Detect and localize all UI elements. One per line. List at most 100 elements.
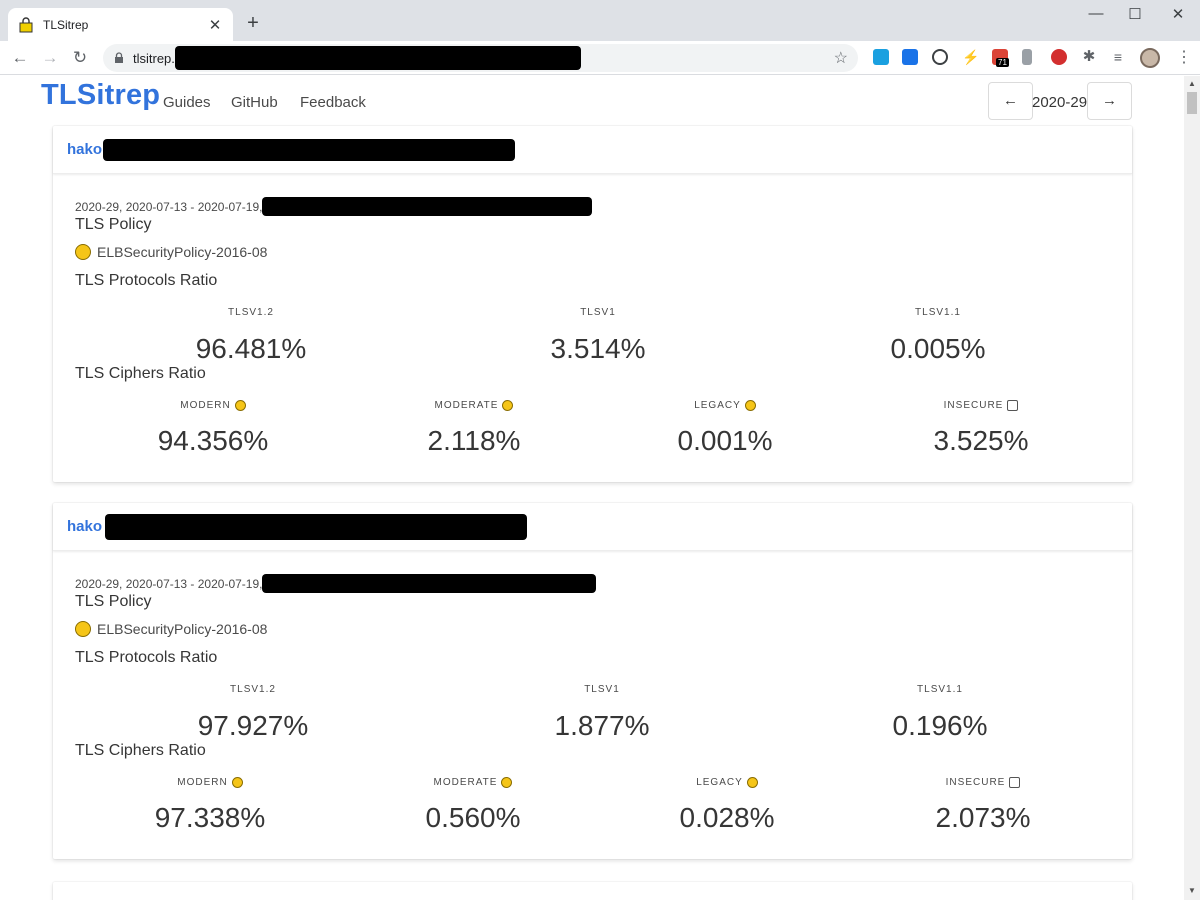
protocol-value: 0.196% (892, 710, 988, 741)
cipher-label: INSECURE (883, 777, 1083, 788)
cipher-label-text: MODERN (180, 400, 231, 411)
worried-emoji-icon (75, 244, 91, 260)
report-meta: 2020-29, 2020-07-13 - 2020-07-19, (75, 574, 597, 593)
cool-emoji-icon (231, 777, 243, 788)
extensions-puzzle-icon[interactable]: ✱ (1081, 49, 1097, 65)
extension-tomato-icon[interactable] (1051, 49, 1067, 65)
page-viewport: TLSitrep Guides GitHub Feedback ← 2020-2… (0, 76, 1184, 900)
extension-doc-icon[interactable] (1022, 49, 1032, 65)
profile-avatar[interactable] (1140, 48, 1160, 68)
cipher-label-text: LEGACY (694, 400, 741, 411)
redacted-hostname (103, 138, 516, 161)
cipher-value: 3.525% (933, 425, 1029, 456)
protocol-label: TLSV1.2 (230, 684, 276, 695)
minimize-button[interactable]: — (1086, 5, 1106, 22)
report-meta: 2020-29, 2020-07-13 - 2020-07-19, (75, 197, 593, 216)
cipher-value: 0.001% (677, 425, 773, 456)
browser-menu-icon[interactable]: ⋮ (1176, 47, 1192, 67)
host-link[interactable]: hako (67, 518, 102, 535)
tab-close-icon[interactable]: ✕ (207, 16, 223, 34)
cipher-value: 2.118% (427, 425, 521, 456)
scroll-thumb[interactable] (1187, 92, 1197, 114)
reload-button[interactable]: ↻ (68, 46, 92, 70)
new-tab-button[interactable]: + (243, 12, 263, 34)
extension-grid-icon[interactable] (902, 49, 918, 65)
tls-policy-heading: TLS Policy (75, 593, 152, 610)
cool-emoji-icon (234, 400, 246, 411)
cipher-label-text: MODERATE (434, 400, 499, 411)
back-button[interactable]: ← (8, 46, 32, 70)
ciphers-heading: TLS Ciphers Ratio (75, 365, 206, 382)
protocol-label: TLSV1.1 (917, 684, 963, 695)
redacted-url (174, 46, 581, 70)
protocol-label: TLSV1 (584, 684, 620, 695)
cipher-label: LEGACY (625, 400, 825, 411)
host-link[interactable]: hako (67, 141, 102, 158)
extension-bolt-icon[interactable]: ⚡ (962, 49, 979, 65)
cipher-value: 94.356% (157, 425, 269, 456)
browser-toolbar: ← → ↻ tlsitrep. ☆ ⚡ 71 ✱ ≡ ⋮ (0, 41, 1200, 75)
maximize-button[interactable]: ☐ (1125, 5, 1145, 23)
ciphers-heading: TLS Ciphers Ratio (75, 742, 206, 759)
protocol-value: 3.514% (550, 333, 646, 364)
browser-tabstrip: TLSitrep ✕ + — ☐ ✕ (0, 0, 1200, 41)
cipher-label-text: LEGACY (696, 777, 743, 788)
worried-emoji-icon (75, 621, 91, 637)
report-card: hako 2020-29, 2020-07-13 - 2020-07-19, T… (53, 126, 1132, 482)
protocol-value: 97.927% (197, 710, 309, 741)
report-card (53, 882, 1132, 900)
report-period: 2020-29, 2020-07-13 - 2020-07-19, (75, 576, 263, 591)
smile-emoji-icon (501, 777, 513, 788)
worried-emoji-icon (746, 777, 758, 788)
scroll-up-icon[interactable]: ▲ (1188, 79, 1196, 88)
cipher-label-text: MODERN (177, 777, 228, 788)
scroll-down-icon[interactable]: ▼ (1188, 886, 1196, 895)
cipher-label: LEGACY (627, 777, 827, 788)
tls-policy: ELBSecurityPolicy-2016-08 (75, 621, 267, 637)
cipher-label-text: INSECURE (945, 777, 1006, 788)
protocol-value: 0.005% (890, 333, 986, 364)
nav-github[interactable]: GitHub (231, 94, 278, 111)
tls-policy-heading: TLS Policy (75, 216, 152, 233)
next-week-button[interactable]: → (1087, 82, 1132, 120)
forward-button[interactable]: → (38, 46, 62, 70)
cipher-label: MODERN (110, 777, 310, 788)
lock-icon (115, 52, 123, 63)
nav-guides[interactable]: Guides (163, 94, 211, 111)
report-period: 2020-29, 2020-07-13 - 2020-07-19, (75, 199, 263, 214)
cipher-value: 0.560% (425, 802, 521, 833)
cipher-label: MODERATE (374, 400, 574, 411)
nav-feedback[interactable]: Feedback (300, 94, 366, 111)
window-close-button[interactable]: ✕ (1168, 5, 1188, 23)
redacted-hostname (105, 513, 528, 540)
skull-crossbones-icon (1007, 400, 1019, 411)
redacted-meta (262, 197, 593, 216)
prev-week-button[interactable]: ← (988, 82, 1033, 120)
cipher-value: 0.028% (679, 802, 775, 833)
address-bar[interactable]: tlsitrep. ☆ (103, 44, 858, 72)
cipher-value: 97.338% (154, 802, 266, 833)
skull-crossbones-icon (1009, 777, 1021, 788)
protocol-label: TLSV1.2 (228, 307, 274, 318)
browser-tab[interactable]: TLSitrep ✕ (8, 8, 233, 41)
redacted-meta (262, 574, 597, 593)
bookmark-star-icon[interactable]: ☆ (834, 48, 848, 68)
cipher-label-text: INSECURE (943, 400, 1004, 411)
tls-policy-name: ELBSecurityPolicy-2016-08 (97, 244, 268, 260)
extension-info-icon[interactable] (932, 49, 948, 65)
cipher-label-text: MODERATE (433, 777, 498, 788)
protocol-label: TLSV1 (580, 307, 616, 318)
extension-1-icon[interactable] (873, 49, 889, 65)
site-logo[interactable]: TLSitrep (41, 79, 160, 112)
extension-todoist-icon[interactable]: 71 (992, 49, 1009, 67)
card-header: hako (53, 126, 1132, 174)
tls-policy-name: ELBSecurityPolicy-2016-08 (97, 621, 268, 637)
page-scrollbar[interactable]: ▲ ▼ (1184, 76, 1200, 900)
extension-badge: 71 (996, 58, 1009, 67)
cipher-label: MODERATE (373, 777, 573, 788)
card-header: hako (53, 503, 1132, 551)
report-card: hako 2020-29, 2020-07-13 - 2020-07-19, T… (53, 503, 1132, 859)
worried-emoji-icon (744, 400, 756, 411)
cipher-value: 2.073% (935, 802, 1031, 833)
media-queue-icon[interactable]: ≡ (1110, 49, 1126, 65)
